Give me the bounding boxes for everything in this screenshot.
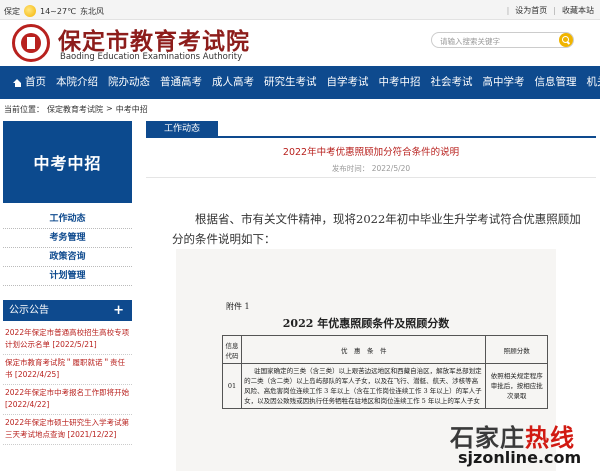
- nav-item-about[interactable]: 本院介绍: [51, 66, 103, 99]
- table-header: 照顾分数: [485, 335, 548, 364]
- table-header: 优 惠 条 件: [241, 335, 487, 364]
- nav-item-graduate-exam[interactable]: 研究生考试: [259, 66, 322, 99]
- set-homepage-link[interactable]: 设为首页: [515, 5, 547, 16]
- city-label: 保定: [4, 6, 20, 16]
- table-header: 信息代码: [221, 335, 243, 364]
- tab-work-news[interactable]: 工作动态: [146, 121, 218, 138]
- more-notices-icon[interactable]: +: [113, 300, 124, 321]
- notice-item[interactable]: 2022年保定市硕士研究生入学考试第三天考试地点查询 [2021/12/22]: [3, 415, 132, 445]
- site-header: 保定市教育考试院 Baoding Education Examinations …: [0, 20, 600, 68]
- weather-widget: 保定 14~27℃ 东北风: [4, 5, 104, 17]
- article-paragraph: 根据省、市有关文件精神，现将2022年初中毕业生升学考试符合优惠照顾加分的条件说…: [172, 212, 581, 246]
- notice-item[interactable]: 2022年保定市中考报名工作即将开始 [2022/4/22]: [3, 385, 132, 415]
- table-cell-way: 依照相关规定程序审批后，按相应批次录取: [485, 363, 548, 409]
- breadcrumb-home[interactable]: 保定教育考试院: [47, 104, 103, 115]
- table-cell-condition: 驻国家确定的三类（含三类）以上艰苦边远地区和西藏自治区，解放军总部划定的二类（含…: [241, 363, 487, 409]
- sidebar-item-work-news[interactable]: 工作动态: [3, 210, 132, 229]
- notice-header: 公示公告 +: [3, 300, 132, 321]
- sun-icon: [24, 5, 36, 17]
- top-bar: 保定 14~27℃ 东北风 | 设为首页 | 收藏本站: [0, 0, 600, 20]
- nav-item-party-committee[interactable]: 机关党委: [582, 66, 600, 99]
- site-logo-icon[interactable]: [12, 24, 50, 62]
- breadcrumb-separator: >: [106, 104, 113, 113]
- bookmark-link[interactable]: 收藏本站: [562, 5, 594, 16]
- notice-item[interactable]: 保定市教育考试院＂履职就诺＂责任书 [2022/4/25]: [3, 355, 132, 385]
- publish-label: 发布时间：: [331, 164, 370, 173]
- site-name[interactable]: 保定市教育考试院: [58, 22, 250, 56]
- table-cell-code: 01: [221, 363, 243, 409]
- notice-item-date: [2022/4/25]: [14, 370, 60, 379]
- notice-item-text: 2022年保定市中考报名工作即将开始: [5, 388, 130, 397]
- notice-item-date: [2022/4/22]: [5, 400, 50, 409]
- section-tab-bar: 工作动态: [146, 121, 596, 138]
- document-title: 2022 年优惠照顾条件及照顾分数: [282, 317, 450, 330]
- nav-item-high-school-entrance[interactable]: 中考中招: [374, 66, 426, 99]
- article-body: 根据省、市有关文件精神，现将2022年初中毕业生升学考试符合优惠照顾加分的条件说…: [172, 209, 582, 249]
- sidebar-item-plan-management[interactable]: 计划管理: [3, 267, 132, 286]
- separator: |: [553, 6, 556, 15]
- publish-date: 2022/5/20: [371, 164, 411, 173]
- separator: |: [506, 6, 510, 15]
- conditions-table: 信息代码 优 惠 条 件 照顾分数 01 驻国家确定的三类（含三类）以上艰苦边远…: [221, 335, 548, 409]
- search-icon[interactable]: [559, 33, 573, 47]
- notice-item-date: [2022/5/21]: [52, 340, 97, 349]
- breadcrumb-current[interactable]: 中考中招: [116, 104, 148, 115]
- site-watermark: 石家庄热线 sjzonline.com: [448, 418, 598, 471]
- notice-item[interactable]: 2022年保定市普通高校招生高校专项计划公示名单 [2022/5/21]: [3, 325, 132, 355]
- table-header-row: 信息代码 优 惠 条 件 照顾分数: [221, 335, 548, 364]
- wind-label: 东北风: [80, 6, 105, 16]
- article-meta: 发布时间： 2022/5/20: [146, 163, 596, 174]
- attachment-label: 附件 1: [226, 302, 250, 311]
- article-title: 2022年中考优惠照顾加分符合条件的说明: [282, 147, 460, 158]
- table-row: 01 驻国家确定的三类（含三类）以上艰苦边远地区和西藏自治区，解放军总部划定的二…: [221, 363, 548, 409]
- nav-item-college-exam[interactable]: 普通高考: [155, 66, 207, 99]
- sidebar-item-exam-management[interactable]: 考务管理: [3, 229, 132, 248]
- sidebar-menu: 工作动态 考务管理 政策咨询 计划管理: [3, 210, 132, 286]
- watermark-url: sjzonline.com: [458, 448, 582, 467]
- search-input[interactable]: 请输入搜索关键字: [431, 32, 574, 48]
- nav-item-adult-exam[interactable]: 成人高考: [207, 66, 259, 99]
- home-icon: [13, 78, 22, 87]
- breadcrumb: 当前位置： 保定教育考试院 > 中考中招: [4, 104, 148, 115]
- nav-item-social-exam[interactable]: 社会考试: [426, 66, 478, 99]
- notice-title: 公示公告: [9, 305, 49, 316]
- notice-list: 2022年保定市普通高校招生高校专项计划公示名单 [2022/5/21] 保定市…: [3, 325, 132, 445]
- main-nav: 首页 本院介绍 院办动态 普通高考 成人高考 研究生考试 自学考试 中考中招 社…: [0, 66, 600, 99]
- divider: [146, 177, 596, 178]
- nav-item-self-study-exam[interactable]: 自学考试: [322, 66, 374, 99]
- nav-item-label: 首页: [25, 76, 46, 88]
- breadcrumb-label: 当前位置：: [4, 105, 44, 114]
- notice-item-date: [2021/12/22]: [67, 430, 117, 439]
- nav-item-home[interactable]: 首页: [8, 66, 51, 99]
- nav-item-office-news[interactable]: 院办动态: [103, 66, 155, 99]
- temperature-label: 14~27℃: [40, 6, 77, 16]
- nav-item-academic-test[interactable]: 高中学考: [478, 66, 530, 99]
- sidebar-banner: 中考中招: [3, 121, 132, 203]
- nav-item-info-management[interactable]: 信息管理: [530, 66, 582, 99]
- sidebar-item-policy-consult[interactable]: 政策咨询: [3, 248, 132, 267]
- site-name-en: Baoding Education Examinations Authority: [60, 52, 243, 62]
